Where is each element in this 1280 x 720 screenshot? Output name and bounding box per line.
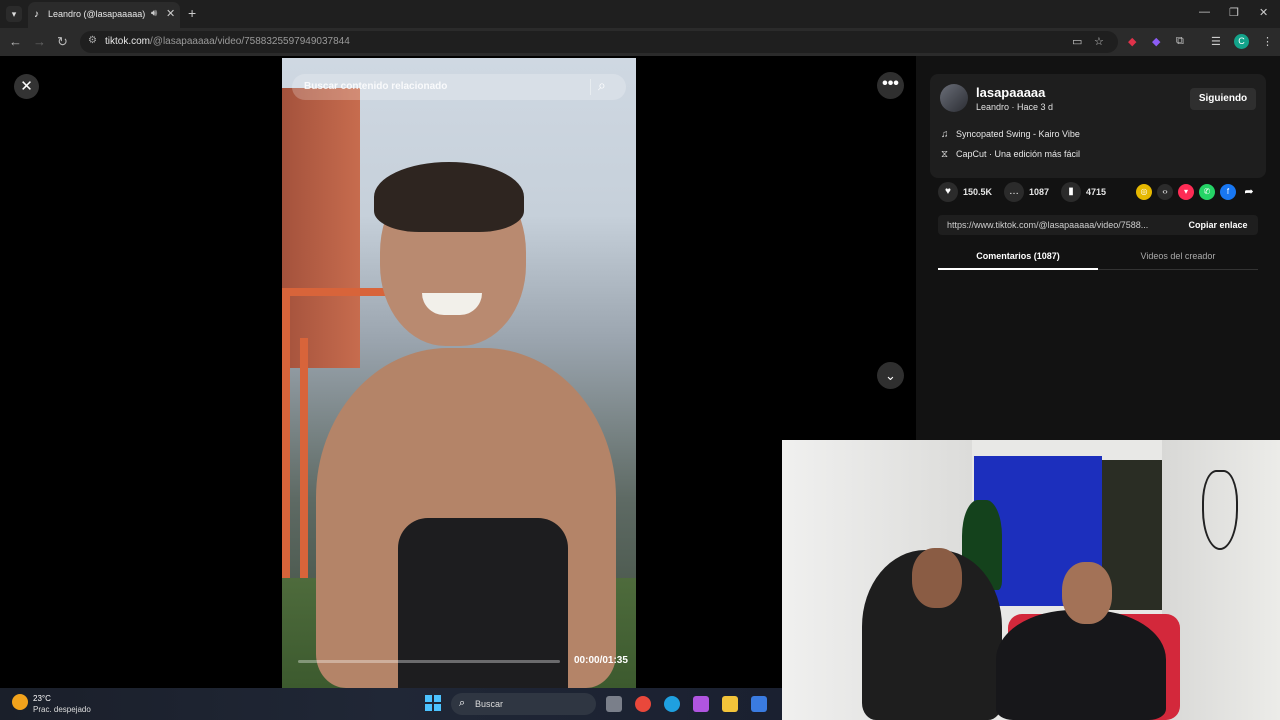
cast-icon[interactable]: ▭ (1072, 35, 1082, 48)
extensions-puzzle-icon[interactable]: ⧉ (1176, 35, 1184, 48)
edge-icon[interactable] (664, 696, 680, 712)
search-icon: ⌕ (459, 697, 466, 709)
like-count: 150.5K (963, 187, 993, 197)
bookmark-icon[interactable]: ▮ (1061, 182, 1081, 202)
extension-purple-icon[interactable]: ◆ (1152, 35, 1160, 48)
creator-username[interactable]: lasapaaaaa (976, 85, 1045, 100)
comment-count: 1087 (1029, 187, 1050, 197)
search-placeholder: Buscar contenido relacionado (304, 81, 448, 92)
tiktok-favicon-icon: ♪ (34, 9, 39, 20)
webcam-wolf-art (1202, 470, 1238, 550)
speaker-icon[interactable]: 🔊︎ (151, 8, 157, 19)
capcut-link[interactable]: CapCut · Una edición más fácil (956, 149, 1080, 159)
music-link[interactable]: Syncopated Swing - Kairo Vibe (956, 129, 1080, 139)
extension-red-icon[interactable]: ◆ (1128, 35, 1136, 48)
windows-start-icon[interactable] (425, 695, 441, 711)
tab-comments[interactable]: Comentarios (1087) (938, 248, 1098, 270)
following-button[interactable]: Siguiendo (1190, 88, 1256, 110)
creator-card: lasapaaaaa Leandro · Hace 3 d Siguiendo … (930, 74, 1266, 178)
site-info-icon[interactable]: ⚙ (88, 35, 97, 46)
search-divider (590, 79, 591, 95)
tab-creator-videos[interactable]: Videos del creador (1098, 248, 1258, 270)
back-icon[interactable]: ← (9, 34, 22, 49)
capcut-icon: ⧖ (941, 149, 949, 160)
music-note-icon: ♫ (941, 129, 949, 140)
tab-strip: ▾ ♪ Leandro (@lasapaaaaa) | Ti 🔊︎ ✕ + — … (0, 0, 1280, 28)
weather-description[interactable]: Prac. despejado (33, 705, 91, 714)
taskbar-search-label: Buscar (475, 699, 504, 709)
video-progress-bar[interactable] (298, 660, 560, 663)
related-search-input[interactable]: Buscar contenido relacionado ⌕ (292, 74, 626, 100)
facebook-icon[interactable]: f (1220, 184, 1236, 200)
new-tab-button[interactable]: + (188, 5, 196, 21)
copilot-icon[interactable] (693, 696, 709, 712)
webcam-person-right-head (1062, 562, 1112, 624)
browser-tab[interactable]: ♪ Leandro (@lasapaaaaa) | Ti 🔊︎ ✕ (28, 2, 180, 28)
video-time: 00:00/01:35 (574, 655, 628, 666)
profile-avatar[interactable]: C (1234, 34, 1249, 49)
search-icon[interactable]: ⌕ (598, 77, 606, 94)
send-to-friends-icon[interactable]: ▾ (1178, 184, 1194, 200)
webcam-person-right (996, 610, 1166, 720)
windows-taskbar: 23°C Prac. despejado ⌕ Buscar (0, 688, 782, 720)
menu-kebab-icon[interactable]: ⋮ (1262, 35, 1273, 48)
forward-icon[interactable]: → (33, 34, 46, 49)
file-explorer-icon[interactable] (722, 696, 738, 712)
creator-avatar[interactable] (940, 84, 968, 112)
chrome-icon[interactable] (635, 696, 651, 712)
window-close-icon[interactable]: ✕ (1259, 6, 1268, 19)
bookmark-star-icon[interactable]: ☆ (1094, 35, 1104, 48)
video-player[interactable]: Buscar contenido relacionado ⌕ 00:00/01:… (282, 58, 636, 688)
restore-icon[interactable]: ❐ (1229, 6, 1239, 19)
share-link-box: https://www.tiktok.com/@lasapaaaaa/video… (938, 215, 1258, 235)
share-arrow-icon[interactable]: ➦ (1241, 184, 1257, 200)
weather-temperature[interactable]: 23°C (33, 694, 51, 703)
more-options-button[interactable]: ••• (877, 72, 904, 99)
copy-link-button[interactable]: Copiar enlace (1178, 215, 1258, 235)
tab-title: Leandro (@lasapaaaaa) | Ti (48, 9, 148, 19)
taskbar-search[interactable]: ⌕ Buscar (451, 693, 596, 715)
whatsapp-icon[interactable]: ✆ (1199, 184, 1215, 200)
webcam-person-left-head (912, 548, 962, 608)
url-path: /@lasapaaaaa/video/7588325597949037844 (150, 36, 350, 47)
url-text[interactable]: tiktok.com/@lasapaaaaa/video/75883255979… (105, 36, 350, 47)
task-view-icon[interactable] (606, 696, 622, 712)
reload-icon[interactable]: ↻ (57, 34, 68, 50)
weather-sun-icon[interactable] (12, 694, 28, 710)
share-link-text[interactable]: https://www.tiktok.com/@lasapaaaaa/video… (947, 220, 1173, 230)
like-heart-icon[interactable]: ♥ (938, 182, 958, 202)
video-person-hair (374, 162, 524, 232)
save-count: 4715 (1086, 187, 1107, 197)
next-video-chevron-down-icon[interactable]: ⌄ (877, 362, 904, 389)
close-video-button[interactable]: ✕ (14, 74, 39, 99)
store-icon[interactable] (751, 696, 767, 712)
reading-list-icon[interactable]: ☰ (1211, 35, 1221, 48)
browser-toolbar: ← → ↻ ⚙ tiktok.com/@lasapaaaaa/video/758… (0, 28, 1280, 56)
share-repost-icon[interactable]: ◎ (1136, 184, 1152, 200)
url-host: tiktok.com (105, 36, 151, 47)
embed-code-icon[interactable]: ‹› (1157, 184, 1173, 200)
comment-icon[interactable]: … (1004, 182, 1024, 202)
webcam-overlay (782, 440, 1280, 720)
creator-subtitle: Leandro · Hace 3 d (976, 102, 1054, 112)
close-tab-icon[interactable]: ✕ (166, 7, 175, 20)
address-bar[interactable]: ⚙ tiktok.com/@lasapaaaaa/video/758832559… (80, 31, 1118, 53)
details-panel: lasapaaaaa Leandro · Hace 3 d Siguiendo … (916, 56, 1280, 440)
tab-search-button[interactable]: ▾ (6, 6, 22, 22)
minimize-icon[interactable]: — (1199, 6, 1210, 18)
